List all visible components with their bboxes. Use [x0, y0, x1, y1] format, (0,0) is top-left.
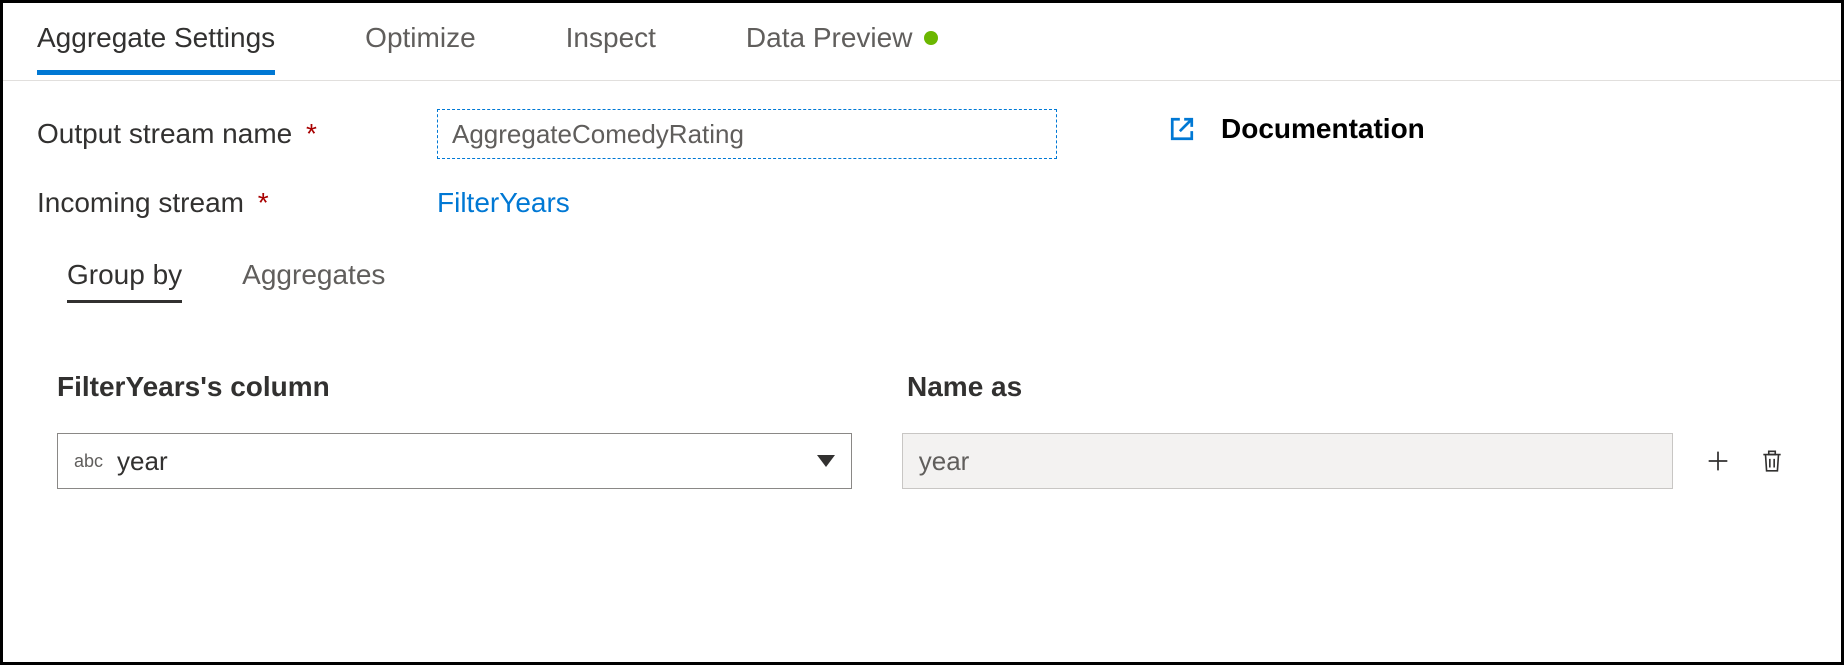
delete-row-button[interactable] [1757, 446, 1787, 476]
name-as-input[interactable] [902, 433, 1673, 489]
status-dot-icon [924, 31, 938, 45]
output-stream-row: Output stream name * [37, 109, 1807, 159]
column-nameas: Name as [907, 371, 1737, 433]
incoming-stream-label: Incoming stream * [37, 187, 437, 219]
tab-label: Inspect [566, 22, 656, 54]
required-asterisk: * [306, 118, 317, 149]
main-tabs: Aggregate Settings Optimize Inspect Data… [3, 3, 1841, 81]
tab-aggregate-settings[interactable]: Aggregate Settings [37, 22, 275, 74]
output-stream-name-label: Output stream name * [37, 118, 437, 150]
tab-optimize[interactable]: Optimize [365, 22, 475, 74]
sub-tabs: Group by Aggregates [67, 259, 1807, 301]
column-nameas-header: Name as [907, 371, 1737, 403]
tab-label: Optimize [365, 22, 475, 54]
incoming-stream-row: Incoming stream * FilterYears [37, 187, 1807, 219]
add-row-button[interactable] [1703, 446, 1733, 476]
chevron-down-icon [817, 455, 835, 467]
column-source: FilterYears's column [57, 371, 887, 433]
column-source-header: FilterYears's column [57, 371, 887, 403]
subtab-group-by[interactable]: Group by [67, 259, 182, 301]
required-asterisk: * [258, 187, 269, 218]
incoming-stream-link[interactable]: FilterYears [437, 187, 570, 219]
row-actions [1703, 446, 1787, 476]
subtab-aggregates[interactable]: Aggregates [242, 259, 385, 301]
documentation-link[interactable]: Documentation [1169, 113, 1425, 145]
tab-label: Data Preview [746, 22, 913, 54]
tab-inspect[interactable]: Inspect [566, 22, 656, 74]
tab-data-preview[interactable]: Data Preview [746, 22, 939, 74]
documentation-label: Documentation [1221, 113, 1425, 145]
output-stream-name-input[interactable] [437, 109, 1057, 159]
settings-body: Output stream name * Incoming stream * F… [3, 81, 1841, 517]
groupby-columns-row: FilterYears's column Name as [37, 371, 1807, 433]
aggregate-settings-panel: Aggregate Settings Optimize Inspect Data… [0, 0, 1844, 665]
external-link-icon [1169, 116, 1195, 142]
groupby-fields-row: abc year [37, 433, 1807, 489]
type-badge-abc: abc [74, 451, 103, 472]
tab-label: Aggregate Settings [37, 22, 275, 54]
groupby-column-dropdown[interactable]: abc year [57, 433, 852, 489]
groupby-column-value: year [117, 446, 168, 477]
